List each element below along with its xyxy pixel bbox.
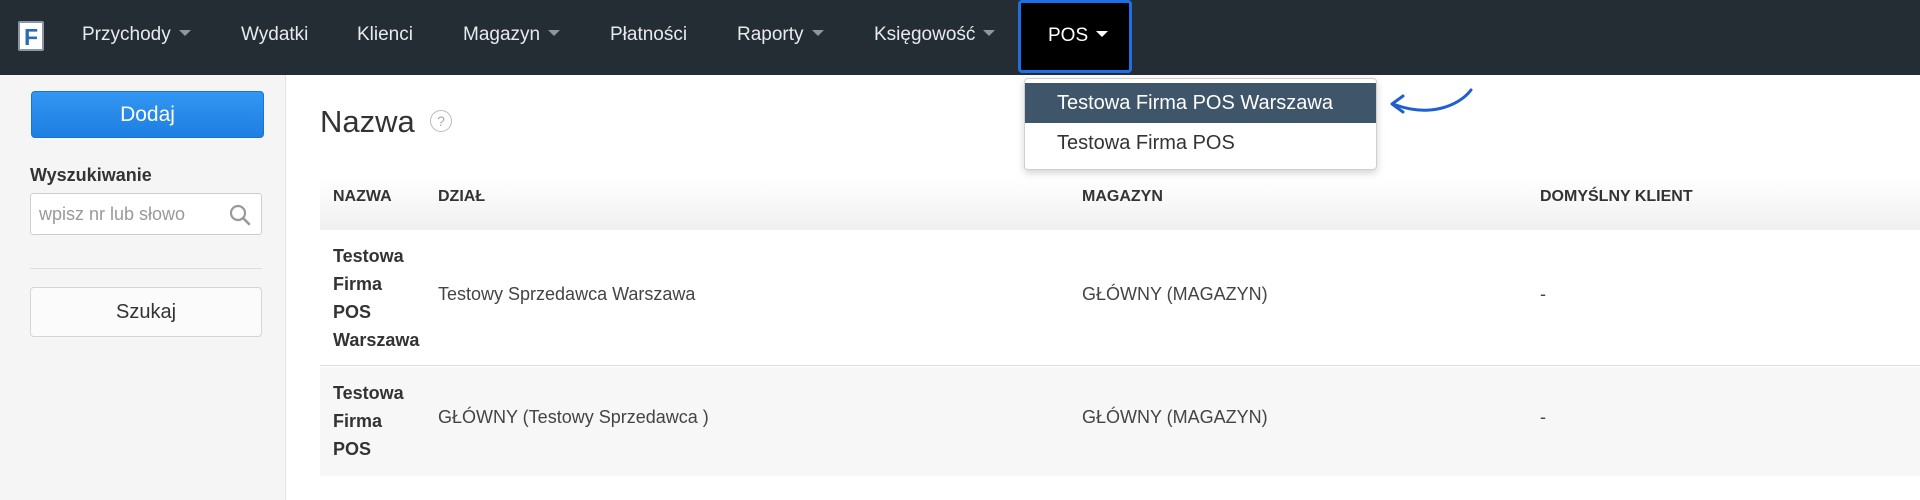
nav-item-pos[interactable]: POS	[1018, 0, 1132, 73]
column-header-domyslny-klient[interactable]: DOMYŚLNY KLIENT	[1540, 176, 1693, 218]
cell-domyslny-klient: -	[1540, 407, 1546, 427]
name-line: POS	[333, 302, 372, 322]
add-button[interactable]: Dodaj	[31, 91, 264, 138]
annotation-arrow-icon	[1390, 88, 1473, 114]
column-header-magazyn[interactable]: MAGAZYN	[1082, 176, 1163, 218]
top-navbar: F Przychody Wydatki Klienci Magazyn Płat…	[0, 0, 1920, 75]
name-line: Testowa	[333, 383, 404, 403]
caret-down-icon	[548, 29, 561, 36]
table-row[interactable]: Testowa Firma POS Warszawa Testowy Sprze…	[320, 230, 1920, 366]
nav-label: Wydatki	[241, 24, 309, 45]
app-logo-letter: F	[24, 24, 39, 50]
nav-item-raporty[interactable]: Raporty	[737, 0, 824, 75]
cell-dzial: Testowy Sprzedawca Warszawa	[438, 284, 696, 304]
name-line: POS	[333, 439, 372, 459]
search-icon[interactable]	[228, 203, 252, 227]
dropdown-item-testowa-firma-pos[interactable]: Testowa Firma POS	[1025, 123, 1376, 163]
nav-item-klienci[interactable]: Klienci	[357, 0, 413, 75]
caret-down-icon	[811, 29, 824, 36]
cell-magazyn: GŁÓWNY (MAGAZYN)	[1082, 407, 1268, 427]
name-line: Testowa	[333, 246, 404, 266]
nav-label: Magazyn	[463, 24, 541, 45]
nav-item-przychody[interactable]: Przychody	[82, 0, 191, 75]
nav-label: Księgowość	[874, 24, 976, 45]
page-title: Nazwa	[320, 104, 415, 139]
column-header-dzial[interactable]: DZIAŁ	[438, 176, 485, 218]
nav-item-platnosci[interactable]: Płatności	[610, 0, 687, 75]
divider	[30, 268, 262, 269]
search-input[interactable]	[39, 194, 219, 234]
search-label: Wyszukiwanie	[30, 165, 152, 185]
table-header: NAZWA DZIAŁ MAGAZYN DOMYŚLNY KLIENT	[320, 176, 1920, 230]
nav-item-wydatki[interactable]: Wydatki	[241, 0, 308, 75]
search-button[interactable]: Szukaj	[30, 287, 262, 337]
column-header-nazwa[interactable]: NAZWA	[333, 176, 392, 218]
cell-nazwa[interactable]: Testowa Firma POS Warszawa	[333, 242, 423, 354]
search-field[interactable]	[30, 193, 262, 235]
name-line: Warszawa	[333, 330, 420, 350]
cell-nazwa[interactable]: Testowa Firma POS	[333, 379, 423, 463]
table-row[interactable]: Testowa Firma POS GŁÓWNY (Testowy Sprzed…	[320, 367, 1920, 476]
nav-label: Klienci	[357, 24, 413, 45]
nav-label: Płatności	[610, 24, 688, 45]
nav-item-ksiegowosc[interactable]: Księgowość	[874, 0, 996, 75]
name-line: Firma	[333, 411, 383, 431]
cell-dzial: GŁÓWNY (Testowy Sprzedawca )	[438, 407, 709, 427]
caret-down-icon	[1096, 30, 1109, 37]
sidebar: Dodaj Wyszukiwanie Szukaj	[0, 75, 286, 500]
name-line: Firma	[333, 274, 383, 294]
dropdown-item-testowa-firma-pos-warszawa[interactable]: Testowa Firma POS Warszawa	[1025, 83, 1376, 123]
pos-dropdown-menu: Testowa Firma POS Warszawa Testowa Firma…	[1024, 78, 1377, 170]
help-icon[interactable]: ?	[430, 110, 452, 132]
cell-magazyn: GŁÓWNY (MAGAZYN)	[1082, 284, 1268, 304]
app-logo[interactable]: F	[18, 21, 44, 51]
nav-label: Przychody	[82, 24, 171, 45]
nav-label: Raporty	[737, 24, 804, 45]
caret-down-icon	[178, 29, 191, 36]
nav-item-magazyn[interactable]: Magazyn	[463, 0, 561, 75]
caret-down-icon	[983, 29, 996, 36]
nav-label: POS	[1048, 25, 1089, 46]
cell-domyslny-klient: -	[1540, 284, 1546, 304]
